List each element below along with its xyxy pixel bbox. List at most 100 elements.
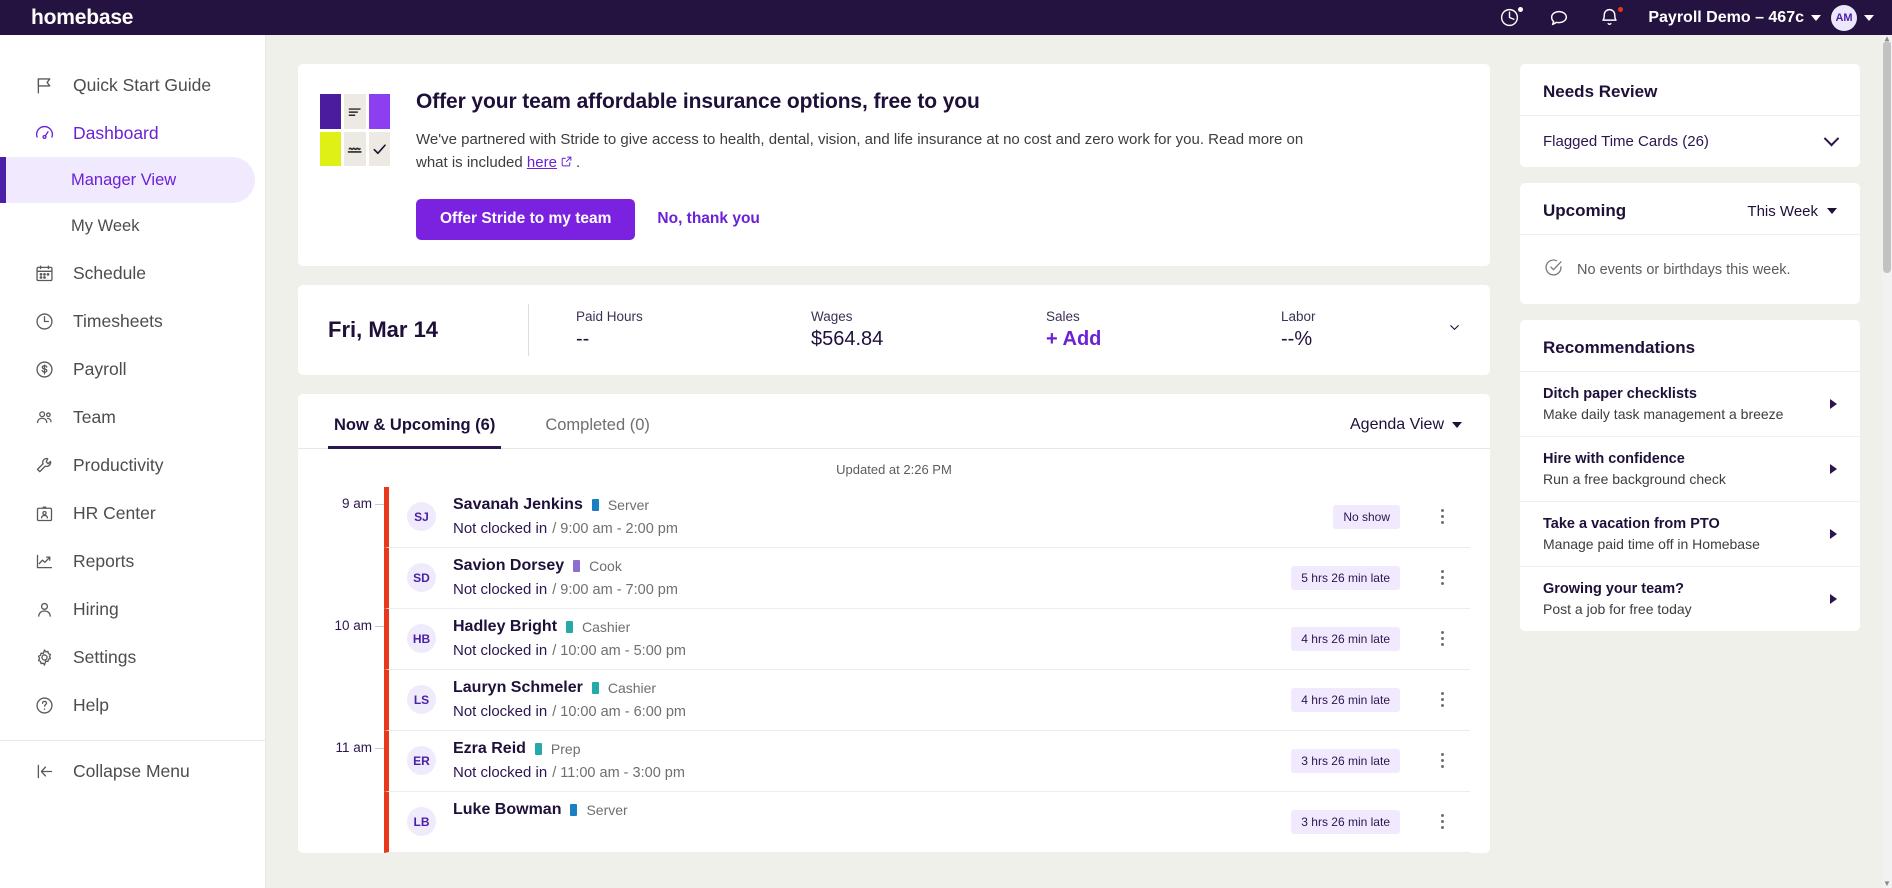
avatar: SJ <box>407 502 436 531</box>
collapse-menu-button[interactable]: Collapse Menu <box>0 747 265 795</box>
list-item[interactable]: Take a vacation from PTO Manage paid tim… <box>1520 502 1860 567</box>
upcoming-card: Upcoming This Week No events or birthday… <box>1520 183 1860 304</box>
row-more-options-icon[interactable] <box>1432 753 1452 768</box>
employee-role: Server <box>586 802 628 818</box>
table-row[interactable]: ER Ezra Reid Prep Not clocked in/ 11:00 … <box>384 730 1470 792</box>
table-row[interactable]: SD Savion Dorsey Cook Not clocked in/ 9:… <box>384 547 1470 609</box>
flagged-time-cards-row[interactable]: Flagged Time Cards (26) <box>1520 116 1860 167</box>
add-sales-link[interactable]: + Add <box>1046 328 1281 351</box>
needs-review-card: Needs Review Flagged Time Cards (26) <box>1520 64 1860 167</box>
bell-icon[interactable] <box>1584 0 1634 35</box>
avatar: LS <box>407 685 436 714</box>
sidebar-item-timesheets[interactable]: Timesheets <box>0 297 265 345</box>
employee-name: Savion Dorsey <box>453 557 565 574</box>
table-row[interactable]: LS Lauryn Schmeler Cashier Not clocked i… <box>384 669 1470 731</box>
row-more-options-icon[interactable] <box>1432 570 1452 585</box>
shift-row-group: LS Lauryn Schmeler Cashier Not clocked i… <box>298 669 1490 731</box>
homebase-logo[interactable]: homebase <box>31 6 133 30</box>
sidebar-subitem-label: Manager View <box>71 170 177 189</box>
chevron-right-icon <box>1830 529 1837 539</box>
recommendation-title: Take a vacation from PTO <box>1543 516 1720 532</box>
sidebar-item-productivity[interactable]: Productivity <box>0 441 265 489</box>
chevron-down-icon <box>1823 130 1840 147</box>
row-more-options-icon[interactable] <box>1432 692 1452 707</box>
table-row[interactable]: HB Hadley Bright Cashier Not clocked in /… <box>384 608 1470 670</box>
person-icon <box>33 598 55 620</box>
recommendation-subtitle: Make daily task management a breeze <box>1543 406 1784 422</box>
recommendation-title: Ditch paper checklists <box>1543 386 1697 402</box>
employee-role: Cashier <box>607 680 657 696</box>
sidebar-item-settings[interactable]: Settings <box>0 633 265 681</box>
table-row[interactable]: LB Luke Bowman Server 3 hrs 26 min late <box>384 791 1470 853</box>
list-item[interactable]: Growing your team? Post a job for free t… <box>1520 567 1860 631</box>
table-row[interactable]: SJ Savanah Jenkins Server Not clocked in… <box>384 486 1470 548</box>
employee-role: Cook <box>589 558 622 574</box>
sidebar-item-reports[interactable]: Reports <box>0 537 265 585</box>
status-badge: 4 hrs 26 min late <box>1291 626 1400 651</box>
collapse-menu-label: Collapse Menu <box>73 760 190 781</box>
tab-completed[interactable]: Completed (0) <box>539 394 656 448</box>
recommendations-title: Recommendations <box>1520 320 1860 372</box>
shift-time-range: / 10:00 am - 5:00 pm <box>552 643 687 659</box>
account-switcher[interactable]: Payroll Demo – 467c <box>1648 9 1821 27</box>
sidebar-item-quick-start-guide[interactable]: Quick Start Guide <box>0 61 265 109</box>
account-name: Payroll Demo – 467c <box>1648 8 1804 26</box>
shift-time-range: / 9:00 am - 2:00 pm <box>552 521 678 537</box>
shift-time-range: / 9:00 am - 7:00 pm <box>552 582 678 598</box>
banner-body-tail: . <box>575 154 581 172</box>
status-badge: 3 hrs 26 min late <box>1291 809 1400 834</box>
no-thank-you-button[interactable]: No, thank you <box>657 210 759 228</box>
chat-bubble-icon[interactable] <box>1534 0 1584 35</box>
user-menu[interactable]: AM <box>1831 4 1874 31</box>
speedometer-icon <box>33 122 55 144</box>
chevron-right-icon <box>1830 399 1837 409</box>
upcoming-range-selector[interactable]: This Week <box>1747 203 1837 220</box>
agenda-view-selector[interactable]: Agenda View <box>1350 416 1462 448</box>
clock-status: Not clocked in <box>453 642 548 659</box>
wrench-icon <box>33 454 55 476</box>
clock-status: Not clocked in <box>453 703 548 720</box>
id-badge-icon <box>33 502 55 524</box>
time-gutter: 10 am <box>298 609 384 670</box>
row-more-options-icon[interactable] <box>1432 631 1452 646</box>
expand-summary-chevron-down-icon[interactable] <box>1447 320 1462 339</box>
collapse-left-icon <box>33 760 55 782</box>
avatar: SD <box>407 563 436 592</box>
sidebar-item-my-week[interactable]: My Week <box>0 203 265 249</box>
stat-sales[interactable]: Sales + Add <box>1046 309 1281 351</box>
sidebar-item-label: Payroll <box>73 358 127 379</box>
status-badge: 3 hrs 26 min late <box>1291 748 1400 773</box>
sidebar-item-schedule[interactable]: Schedule <box>0 249 265 297</box>
chevron-down-icon <box>1452 421 1462 428</box>
chart-line-icon <box>33 550 55 572</box>
list-item[interactable]: Ditch paper checklists Make daily task m… <box>1520 372 1860 437</box>
avatar: HB <box>407 624 436 653</box>
sidebar-item-hr-center[interactable]: HR Center <box>0 489 265 537</box>
sidebar-item-help[interactable]: Help <box>0 681 265 729</box>
scroll-down-arrow-icon[interactable]: ▼ <box>1883 880 1891 888</box>
divider <box>528 303 529 356</box>
time-clock-icon[interactable] <box>1484 0 1534 35</box>
row-more-options-icon[interactable] <box>1432 814 1452 829</box>
sidebar-item-payroll[interactable]: Payroll <box>0 345 265 393</box>
page-scrollbar[interactable]: ▲ ▼ <box>1882 35 1892 888</box>
sidebar-item-team[interactable]: Team <box>0 393 265 441</box>
sidebar-item-hiring[interactable]: Hiring <box>0 585 265 633</box>
scrollbar-thumb[interactable] <box>1883 41 1891 273</box>
here-link[interactable]: here <box>527 154 557 171</box>
main-content: Offer your team affordable insurance opt… <box>266 35 1892 888</box>
employee-name: Ezra Reid <box>453 740 526 757</box>
right-rail: Needs Review Flagged Time Cards (26) Upc… <box>1520 35 1860 631</box>
stat-labor: Labor --% <box>1281 309 1447 351</box>
row-more-options-icon[interactable] <box>1432 509 1452 524</box>
stat-label: Wages <box>811 308 853 324</box>
sidebar-item-dashboard[interactable]: Dashboard <box>0 109 265 157</box>
sidebar-item-manager-view[interactable]: Manager View <box>0 157 255 203</box>
list-item[interactable]: Hire with confidence Run a free backgrou… <box>1520 437 1860 502</box>
tab-now-and-upcoming[interactable]: Now & Upcoming (6) <box>328 394 502 449</box>
recommendation-title: Growing your team? <box>1543 581 1684 597</box>
recommendations-card: Recommendations Ditch paper checklists M… <box>1520 320 1860 631</box>
offer-stride-button[interactable]: Offer Stride to my team <box>416 198 636 240</box>
employee-name: Savanah Jenkins <box>453 496 583 513</box>
flag-icon <box>33 74 55 96</box>
